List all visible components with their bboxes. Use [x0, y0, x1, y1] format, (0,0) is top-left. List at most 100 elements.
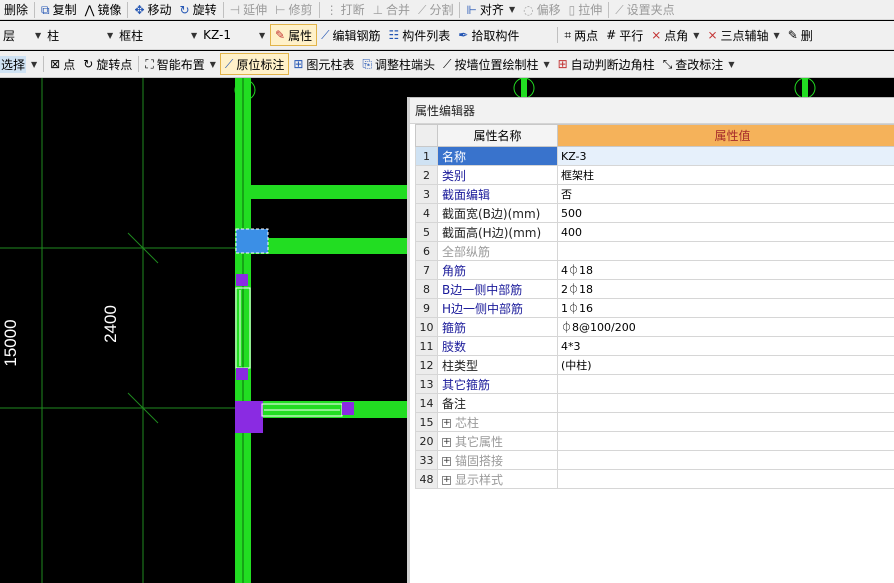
property-value[interactable]: 4*3 — [557, 336, 894, 356]
table-row[interactable]: 3 截面编辑 否 — [415, 184, 894, 204]
rebar-marker[interactable] — [236, 274, 248, 286]
select-button[interactable]: 选择 ▼ — [0, 51, 41, 77]
break-button[interactable]: ⋮ 打断 — [322, 0, 369, 19]
rotate-point-label: 旋转点 — [96, 57, 133, 72]
adjust-column-end-button[interactable]: ⎘ 调整柱端头 — [358, 51, 439, 77]
draw-by-wall-button[interactable]: ⟋ 按墙位置绘制柱 ▼ — [439, 51, 554, 77]
set-pinch-point-button[interactable]: ⟋ 设置夹点 — [611, 0, 678, 19]
property-value[interactable] — [557, 469, 894, 489]
property-value[interactable] — [557, 241, 894, 261]
modify-mark-button[interactable]: ⤡ 查改标注 ▼ — [659, 51, 739, 77]
table-row[interactable]: 6 全部纵筋 — [415, 241, 894, 261]
component-dropdown[interactable]: ▼ — [254, 24, 268, 46]
property-value[interactable] — [557, 450, 894, 470]
smart-layout-button[interactable]: ⛶ 智能布置 ▼ — [141, 51, 220, 77]
component-select[interactable]: ▼ KZ-1 — [186, 24, 252, 46]
table-row[interactable]: 9 H边一侧中部筋 1⏀16 — [415, 298, 894, 318]
table-row[interactable]: 14 备注 — [415, 393, 894, 413]
modify-mark-label: 查改标注 — [675, 57, 724, 72]
expand-plus-icon[interactable]: + — [442, 456, 451, 466]
table-row[interactable]: 2 类别 框架柱 — [415, 165, 894, 185]
auto-corner-column-button[interactable]: ⊞ 自动判断边角柱 — [554, 51, 659, 77]
property-value[interactable]: KZ-3 — [557, 146, 894, 166]
table-row[interactable]: 5 截面高(H边)(mm) 400 — [415, 222, 894, 242]
column-marker[interactable] — [235, 401, 263, 433]
move-button[interactable]: ✥ 移动 — [130, 0, 175, 19]
property-value[interactable]: 1⏀16 — [557, 298, 894, 318]
property-name-group[interactable]: + 锚固搭接 — [437, 450, 558, 470]
point-button[interactable]: ⊠ 点 — [46, 51, 79, 77]
table-row[interactable]: 48 + 显示样式 — [415, 469, 894, 489]
table-row[interactable]: 12 柱类型 (中柱) — [415, 355, 894, 375]
property-name: 类别 — [437, 165, 558, 185]
floor-select[interactable]: 层 — [0, 24, 28, 46]
property-value[interactable]: 2⏀18 — [557, 279, 894, 299]
row-number: 12 — [415, 355, 438, 375]
mirror-button[interactable]: ⋀ 镜像 — [81, 0, 126, 19]
table-row[interactable]: 13 其它箍筋 — [415, 374, 894, 394]
point-angle-button[interactable]: ⨯ 点角 ▼ — [647, 21, 703, 49]
rebar-marker[interactable] — [342, 402, 354, 415]
table-row[interactable]: 7 角筋 4⏀18 — [415, 260, 894, 280]
property-value[interactable] — [557, 393, 894, 413]
rotate-label: 旋转 — [192, 3, 217, 17]
property-name-group[interactable]: + 其它属性 — [437, 431, 558, 451]
element-type-select[interactable]: ▼ 柱 — [30, 24, 100, 46]
property-value[interactable] — [557, 431, 894, 451]
align-button[interactable]: ⊩ 对齐 ▼ — [462, 0, 519, 19]
merge-button[interactable]: ⊥ 合并 — [369, 0, 414, 19]
drawing-column-table-button[interactable]: ⊞ 图元柱表 — [289, 51, 358, 77]
extend-button[interactable]: ⊣ 延伸 — [226, 0, 271, 19]
delete-button[interactable]: 删除 — [0, 0, 32, 19]
component-list-button[interactable]: ☷ 构件列表 — [385, 21, 455, 49]
three-point-aux-button[interactable]: ⨯ 三点辅轴 ▼ — [703, 21, 783, 49]
horizontal-beam[interactable] — [251, 238, 411, 254]
expand-plus-icon[interactable]: + — [442, 437, 451, 447]
expand-plus-icon[interactable]: + — [442, 475, 451, 485]
property-name: 截面高(H边)(mm) — [437, 222, 558, 242]
rotate-icon: ↻ — [179, 2, 190, 17]
two-points-button[interactable]: ⌗ 两点 — [560, 21, 602, 49]
delete-aux-button[interactable]: ✎ 删 — [784, 21, 817, 49]
stretch-button[interactable]: ▯ 拉伸 — [565, 0, 607, 19]
property-value[interactable]: 4⏀18 — [557, 260, 894, 280]
table-row[interactable]: 20 + 其它属性 — [415, 431, 894, 451]
table-row[interactable]: 8 B边一侧中部筋 2⏀18 — [415, 279, 894, 299]
property-value[interactable] — [557, 374, 894, 394]
property-name-group[interactable]: + 显示样式 — [437, 469, 558, 489]
property-value[interactable]: (中柱) — [557, 355, 894, 375]
property-name: 名称 — [437, 146, 558, 166]
table-row[interactable]: 11 肢数 4*3 — [415, 336, 894, 356]
expand-plus-icon[interactable]: + — [442, 418, 451, 428]
table-row[interactable]: 1 名称 KZ-3 — [415, 146, 894, 166]
table-row[interactable]: 10 箍筋 ⏀8@100/200 — [415, 317, 894, 337]
element-subtype-select[interactable]: ▼ 框柱 — [102, 24, 184, 46]
property-name-group[interactable]: + 芯柱 — [437, 412, 558, 432]
rebar-marker[interactable] — [236, 368, 248, 380]
trim-button[interactable]: ⊢ 修剪 — [271, 0, 316, 19]
split-button[interactable]: ⟋ 分割 — [414, 0, 457, 19]
parallel-button[interactable]: # 平行 — [602, 21, 647, 49]
pick-component-button[interactable]: ✒ 拾取构件 — [454, 21, 523, 49]
table-row[interactable]: 33 + 锚固搭接 — [415, 450, 894, 470]
table-row[interactable]: 4 截面宽(B边)(mm) 500 — [415, 203, 894, 223]
offset-button[interactable]: ◌ 偏移 — [519, 0, 565, 19]
in-situ-mark-button[interactable]: ⟋ 原位标注 — [219, 53, 290, 75]
property-value[interactable] — [557, 412, 894, 432]
rotate-point-button[interactable]: ↻ 旋转点 — [79, 51, 136, 77]
attributes-button[interactable]: ✎ 属性 — [270, 24, 318, 46]
horizontal-beam[interactable] — [251, 185, 411, 199]
table-row[interactable]: 15 + 芯柱 — [415, 412, 894, 432]
property-value[interactable]: ⏀8@100/200 — [557, 317, 894, 337]
property-value[interactable]: 否 — [557, 184, 894, 204]
property-value[interactable]: 500 — [557, 203, 894, 223]
rotate-button[interactable]: ↻ 旋转 — [176, 0, 221, 19]
component-select-value: KZ-1 — [203, 28, 231, 42]
selected-column[interactable] — [235, 228, 269, 254]
edit-rebar-button[interactable]: ⟋ 编辑钢筋 — [317, 21, 384, 49]
copy-button[interactable]: ⧉ 复制 — [37, 0, 81, 19]
two-points-icon: ⌗ — [564, 28, 572, 42]
property-name: 备注 — [437, 393, 558, 413]
property-value[interactable]: 框架柱 — [557, 165, 894, 185]
property-value[interactable]: 400 — [557, 222, 894, 242]
